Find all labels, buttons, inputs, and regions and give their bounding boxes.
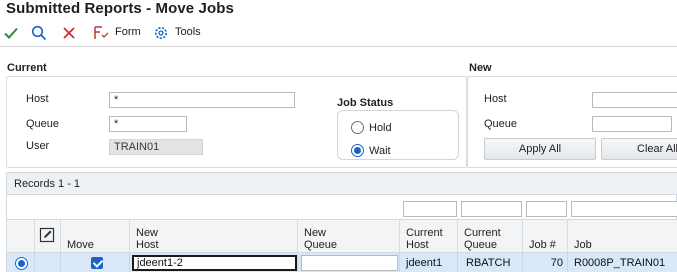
header-job[interactable]: Job [568,220,677,254]
header-new-host[interactable]: New Host [130,220,298,254]
current-user-label: User [26,140,50,152]
current-section-title: Current [7,62,47,74]
header-current-queue[interactable]: Current Queue [458,220,523,254]
header-select [7,220,35,254]
header-edit[interactable] [35,220,61,254]
new-queue-label: Queue [484,118,518,130]
move-checkbox[interactable] [91,257,103,269]
row-new-queue-cell [298,253,400,272]
row-select-cell [7,253,35,272]
wait-radio-label: Wait [369,145,391,157]
gear-icon[interactable] [152,24,170,42]
form-icon[interactable] [92,24,110,42]
qbe-current-queue[interactable] [461,201,522,217]
row-current-host-cell: jdeent1 [400,253,458,272]
job-status-group: Hold Wait [337,110,459,160]
toolbar: Form Tools [0,22,677,44]
header-new-queue[interactable]: New Queue [298,220,400,254]
job-status-title: Job Status [337,97,394,109]
header-current-host[interactable]: Current Host [400,220,458,254]
toolbar-divider [0,46,677,47]
tools-menu[interactable]: Tools [175,26,201,38]
ok-check-icon[interactable] [2,24,20,42]
clear-all-button[interactable]: Clear All [601,138,677,160]
current-user-field: TRAIN01 [109,139,203,155]
current-host-input[interactable] [109,92,295,108]
records-bar: Records 1 - 1 [7,173,677,195]
row-new-host-cell [130,253,298,272]
edit-pencil-icon [39,227,55,246]
qbe-job-num[interactable] [526,201,567,217]
row-select-radio[interactable] [15,257,28,270]
form-menu[interactable]: Form [115,26,141,38]
apply-all-button[interactable]: Apply All [484,138,596,160]
current-panel: Host Queue User TRAIN01 Job Status Hold … [6,76,467,168]
records-count: Records 1 - 1 [14,178,81,190]
new-panel: Host Queue Apply All Clear All [467,76,677,168]
row-job-cell: R0008P_TRAIN01 [574,257,666,269]
row-edit-cell [35,253,61,272]
new-host-cell-input[interactable] [132,255,297,271]
new-section-title: New [469,62,492,74]
new-queue-input[interactable] [592,116,672,132]
current-queue-input[interactable] [109,116,187,132]
jobs-grid: Records 1 - 1 Move New Host New Queue Cu… [6,172,677,272]
row-job-num-cell: 70 [523,253,568,272]
qbe-job[interactable] [571,201,677,217]
close-icon[interactable] [60,24,78,42]
wait-radio[interactable] [351,144,364,157]
table-row[interactable]: jdeent1 RBATCH 70 R0008P_TRAIN01 [7,253,677,272]
qbe-current-host[interactable] [403,201,457,217]
grid-header: Move New Host New Queue Current Host Cur… [7,219,677,254]
hold-radio-label: Hold [369,122,392,134]
current-queue-label: Queue [26,118,60,130]
new-queue-cell-input[interactable] [301,255,398,271]
header-move[interactable]: Move [61,220,130,254]
new-host-input[interactable] [592,92,677,108]
new-host-label: Host [484,93,507,105]
hold-radio[interactable] [351,121,364,134]
current-host-label: Host [26,93,49,105]
row-move-cell [61,253,130,272]
row-current-queue-cell: RBATCH [458,253,523,272]
header-job-num[interactable]: Job # [523,220,568,254]
search-icon[interactable] [30,24,48,42]
page-title: Submitted Reports - Move Jobs [6,0,234,17]
